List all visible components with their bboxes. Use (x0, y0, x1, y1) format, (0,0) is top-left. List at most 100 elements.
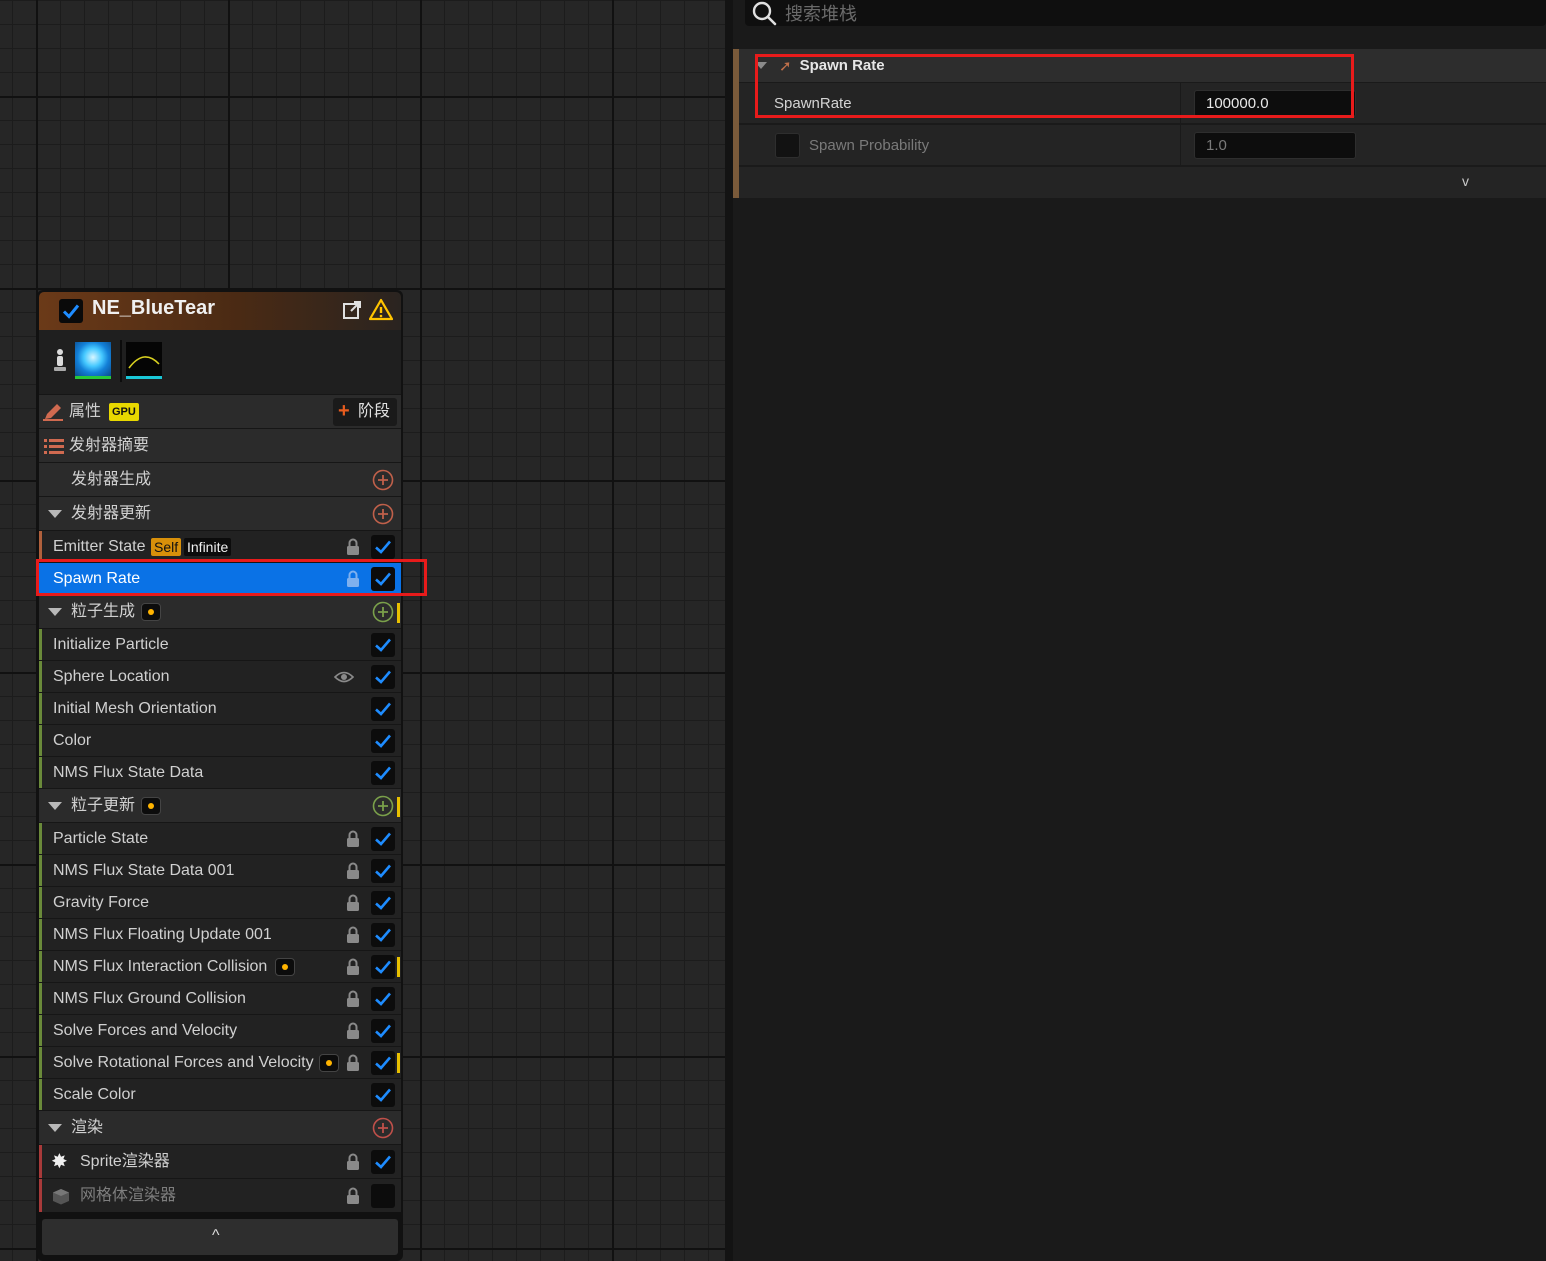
module-icon: ➚ (779, 57, 792, 75)
emitter-node[interactable]: NE_BlueTear 属性 GPU + 阶段 发射器摘要 发射器生成 发射器更… (37, 290, 403, 1261)
property-row-spawn-probability: Spawn Probability 1.0 (739, 124, 1546, 166)
property-row-spawnrate: SpawnRate 100000.0 (739, 82, 1546, 124)
material-thumbnail[interactable] (75, 342, 111, 379)
renderer-mesh[interactable]: 网格体渲染器 (39, 1178, 401, 1212)
add-module-icon[interactable] (372, 601, 394, 623)
section-emitter-spawn[interactable]: 发射器生成 (39, 462, 401, 496)
column-divider[interactable] (1180, 125, 1181, 166)
infinite-badge: Infinite (184, 538, 232, 556)
section-particle-spawn[interactable]: 粒子生成 (39, 594, 401, 628)
collapse-triangle-icon[interactable] (48, 1124, 62, 1132)
open-external-icon[interactable] (342, 300, 362, 320)
warning-icon[interactable] (369, 298, 393, 322)
search-input[interactable]: 搜索堆栈 (785, 0, 857, 26)
spawnrate-field[interactable]: 100000.0 (1194, 90, 1356, 117)
module-gravity-force[interactable]: Gravity Force (39, 886, 401, 918)
module-initial-mesh-orientation[interactable]: Initial Mesh Orientation (39, 692, 401, 724)
module-nms-flux-state-data[interactable]: NMS Flux State Data (39, 756, 401, 788)
gpu-badge: GPU (109, 403, 139, 421)
add-module-icon[interactable] (372, 469, 394, 491)
module-nms-flux-floating-update-001[interactable]: NMS Flux Floating Update 001 (39, 918, 401, 950)
sim-stage-badge (141, 603, 161, 621)
emitter-summary-row[interactable]: 发射器摘要 (39, 428, 401, 462)
module-scale-color[interactable]: Scale Color (39, 1078, 401, 1110)
search-bar[interactable]: 搜索堆栈 (745, 0, 1546, 26)
renderer-enabled-checkbox[interactable] (371, 1184, 395, 1208)
section-particle-update[interactable]: 粒子更新 (39, 788, 401, 822)
panel-splitter[interactable] (725, 0, 733, 1261)
collapse-triangle-icon[interactable] (48, 802, 62, 810)
property-label: SpawnRate (774, 95, 852, 112)
module-enabled-checkbox[interactable] (371, 697, 395, 721)
curve-thumbnail[interactable] (126, 342, 162, 379)
spawn-probability-checkbox[interactable] (775, 133, 800, 158)
renderer-enabled-checkbox[interactable] (371, 1150, 395, 1174)
stage-color-bar (39, 855, 42, 886)
collapse-triangle-icon[interactable] (755, 62, 767, 69)
collapse-triangle-icon[interactable] (48, 608, 62, 616)
module-nms-flux-interaction-collision[interactable]: NMS Flux Interaction Collision (39, 950, 401, 982)
module-spawn-rate[interactable]: Spawn Rate (39, 562, 401, 594)
module-initialize-particle[interactable]: Initialize Particle (39, 628, 401, 660)
collapse-triangle-icon[interactable] (48, 510, 62, 518)
module-particle-state[interactable]: Particle State (39, 822, 401, 854)
node-header[interactable]: NE_BlueTear (39, 292, 401, 330)
module-enabled-checkbox[interactable] (371, 987, 395, 1011)
module-solve-forces-and-velocity[interactable]: Solve Forces and Velocity (39, 1014, 401, 1046)
module-label: Solve Rotational Forces and Velocity (53, 1054, 314, 1071)
add-renderer-icon[interactable] (372, 1117, 394, 1139)
add-module-icon[interactable] (372, 795, 394, 817)
advanced-expander[interactable]: v (739, 166, 1546, 198)
module-enabled-checkbox[interactable] (371, 923, 395, 947)
module-label: Initial Mesh Orientation (53, 700, 217, 717)
collapse-node-button[interactable]: ^ (42, 1219, 398, 1255)
lock-icon (347, 958, 359, 975)
lock-icon (347, 926, 359, 943)
module-enabled-checkbox[interactable] (371, 1083, 395, 1107)
module-enabled-checkbox[interactable] (371, 891, 395, 915)
thumbnail-strip (39, 330, 401, 394)
module-sphere-location[interactable]: Sphere Location (39, 660, 401, 692)
warning-bar (397, 1053, 400, 1073)
module-enabled-checkbox[interactable] (371, 665, 395, 689)
module-enabled-checkbox[interactable] (371, 955, 395, 979)
section-render[interactable]: 渲染 (39, 1110, 401, 1144)
spawn-probability-field[interactable]: 1.0 (1194, 132, 1356, 159)
renderer-sprite[interactable]: ✸ Sprite渲染器 (39, 1144, 401, 1178)
person-icon[interactable] (53, 348, 67, 374)
details-panel: 搜索堆栈 ➚ Spawn Rate SpawnRate 100000.0 Spa… (733, 0, 1546, 1261)
emitter-enabled-checkbox[interactable] (59, 299, 83, 323)
add-stage-button[interactable]: + 阶段 (333, 398, 397, 426)
add-module-icon[interactable] (372, 503, 394, 525)
eye-icon[interactable] (334, 670, 354, 684)
section-emitter-update[interactable]: 发射器更新 (39, 496, 401, 530)
emitter-title: NE_BlueTear (92, 297, 216, 319)
module-emitter-state[interactable]: Emitter State Self Infinite (39, 530, 401, 562)
column-divider[interactable] (1180, 83, 1181, 124)
module-enabled-checkbox[interactable] (371, 761, 395, 785)
warning-bar (397, 957, 400, 977)
module-enabled-checkbox[interactable] (371, 729, 395, 753)
category-header[interactable]: ➚ Spawn Rate (739, 49, 1546, 82)
module-nms-flux-ground-collision[interactable]: NMS Flux Ground Collision (39, 982, 401, 1014)
module-label: NMS Flux State Data (53, 764, 204, 781)
module-enabled-checkbox[interactable] (371, 535, 395, 559)
stage-color-bar (39, 531, 42, 562)
module-nms-flux-state-data-001[interactable]: NMS Flux State Data 001 (39, 854, 401, 886)
chevron-down-icon[interactable]: v (1462, 173, 1469, 189)
module-enabled-checkbox[interactable] (371, 1051, 395, 1075)
sim-stage-badge (275, 958, 295, 976)
list-icon (44, 439, 64, 454)
module-color[interactable]: Color (39, 724, 401, 756)
stage-color-bar (39, 725, 42, 756)
module-enabled-checkbox[interactable] (371, 1019, 395, 1043)
module-enabled-checkbox[interactable] (371, 633, 395, 657)
module-enabled-checkbox[interactable] (371, 859, 395, 883)
module-enabled-checkbox[interactable] (371, 567, 395, 591)
module-label: NMS Flux Ground Collision (53, 990, 246, 1007)
module-enabled-checkbox[interactable] (371, 827, 395, 851)
properties-row[interactable]: 属性 GPU + 阶段 (39, 394, 401, 428)
lock-icon (347, 1022, 359, 1039)
module-solve-rotational-forces-and-velocity[interactable]: Solve Rotational Forces and Velocity (39, 1046, 401, 1078)
lock-icon (347, 1187, 359, 1204)
